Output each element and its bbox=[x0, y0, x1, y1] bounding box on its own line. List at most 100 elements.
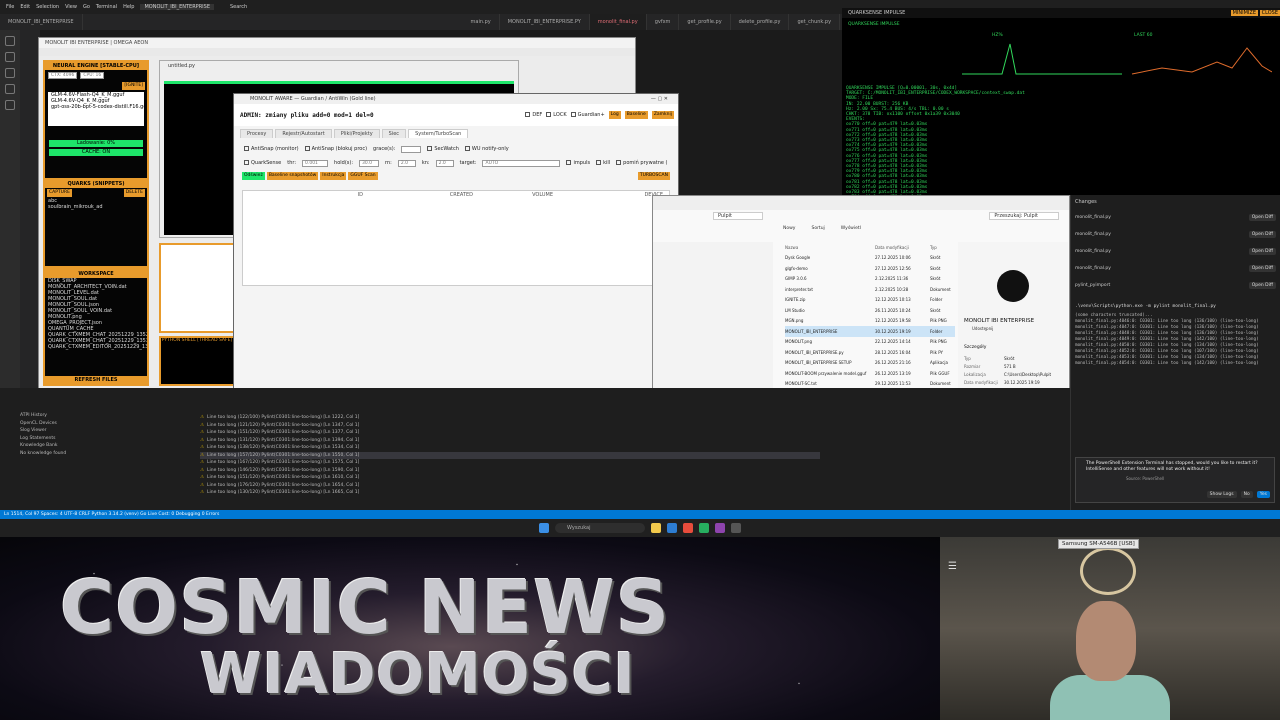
tab-rejestr[interactable]: Rejestr/Autostart bbox=[275, 129, 332, 138]
tab-siec[interactable]: Siec bbox=[381, 129, 407, 138]
menu-icon[interactable]: ☰ bbox=[948, 561, 957, 572]
open-diff-button[interactable]: Open Diff bbox=[1248, 214, 1276, 221]
col-device[interactable]: DEVICE bbox=[553, 191, 663, 199]
changed-file-row[interactable]: monolit_final.py Open Diff bbox=[1071, 243, 1280, 260]
file-row[interactable]: MONOLIT_IBI_ENTERPRISE SETUP 26.12.2025 2… bbox=[785, 358, 955, 369]
debug-icon[interactable] bbox=[5, 84, 15, 94]
col-created[interactable]: CREATED bbox=[363, 191, 473, 199]
open-diff-button[interactable]: Open Diff bbox=[1248, 282, 1276, 289]
taskbar-search[interactable]: Wyszukaj bbox=[555, 523, 645, 533]
location-bar[interactable]: Pulpit bbox=[713, 212, 764, 220]
problem-row[interactable]: ⚠ Line too long (130/120) Pylint(C0301:li… bbox=[200, 489, 820, 497]
edge-icon[interactable] bbox=[667, 523, 677, 533]
problem-row[interactable]: ⚠ Line too long (138/120) Pylint(C0301:li… bbox=[200, 444, 820, 452]
close-button[interactable]: Zamknij bbox=[651, 111, 674, 119]
antisnap-block-checkbox[interactable]: AntiSnap (blokuj proc) bbox=[304, 146, 367, 152]
turboscan-button[interactable]: TURBOSCAN bbox=[637, 172, 670, 180]
vscode-icon[interactable] bbox=[715, 523, 725, 533]
guardian-plus-toggle[interactable]: Guardian+ bbox=[570, 112, 605, 118]
pomin-checkbox[interactable]: pomiń prywatne ( bbox=[616, 160, 668, 166]
tab-delete-profile[interactable]: delete_profile.py bbox=[731, 14, 790, 30]
col-name[interactable]: Nazwa bbox=[785, 245, 875, 250]
refresh-files-button[interactable]: REFRESH FILES bbox=[45, 376, 147, 384]
col-id[interactable]: ID bbox=[243, 191, 363, 199]
gguf-scan-button[interactable]: GGUF Scan bbox=[348, 172, 378, 180]
log-button[interactable]: Log bbox=[608, 111, 621, 119]
problem-row[interactable]: ⚠ Line too long (122/100) Pylint(C0301:li… bbox=[200, 414, 820, 422]
col-volume[interactable]: VOLUME bbox=[473, 191, 553, 199]
problem-row[interactable]: ⚠ Line too long (131/120) Pylint(C0301:li… bbox=[200, 437, 820, 445]
sidebar-section[interactable]: ATPI History bbox=[20, 412, 150, 420]
file-row[interactable]: MONOLIT_IBI_ENTERPRISE.py 28.12.2025 16:0… bbox=[785, 347, 955, 358]
impuls-checkbox[interactable]: impuls bbox=[566, 160, 590, 166]
lock-toggle[interactable]: LOCK bbox=[546, 112, 567, 118]
quark-item[interactable]: soulbrain_mikrouk_ad bbox=[45, 204, 147, 210]
chrome-icon[interactable] bbox=[683, 523, 693, 533]
menu-help[interactable]: Help bbox=[123, 4, 134, 10]
menu-go[interactable]: Go bbox=[83, 4, 90, 10]
terminal-icon[interactable] bbox=[731, 523, 741, 533]
sidebar-section[interactable]: No knowledge found bbox=[20, 450, 150, 458]
refresh-button[interactable]: Odśwież bbox=[242, 172, 265, 180]
search-icon[interactable] bbox=[5, 52, 15, 62]
thr-input[interactable]: 0.001 bbox=[302, 159, 329, 167]
grace-input[interactable] bbox=[401, 145, 422, 153]
tab-gvfxm[interactable]: gvfxm bbox=[647, 14, 680, 30]
sidebar-section[interactable]: Slog Viewer bbox=[20, 427, 150, 435]
minimize-button[interactable]: MINIMIZE bbox=[1230, 10, 1259, 16]
baseline-snapshots-button[interactable]: Baseline snapshotów bbox=[266, 172, 319, 180]
menu-view[interactable]: View bbox=[65, 4, 77, 10]
instructions-button[interactable]: Instrukcja bbox=[320, 172, 347, 180]
sidebar-section[interactable]: Log Statements bbox=[20, 435, 150, 443]
problem-row[interactable]: ⚠ Line too long (176/120) Pylint(C0301:li… bbox=[200, 482, 820, 490]
kill-checkbox[interactable]: kill bbox=[596, 160, 610, 166]
close-terminal-button[interactable]: CLOSE bbox=[1259, 10, 1280, 16]
file-row[interactable]: glgfx-demo 27.12.2025 12:56 Skrót bbox=[785, 263, 955, 274]
tab-monolit-final[interactable]: monolit_final.py bbox=[589, 14, 647, 30]
problem-row[interactable]: ⚠ Line too long (146/120) Pylint(C0301:li… bbox=[200, 467, 820, 475]
cpu-field[interactable]: CPU: 16 bbox=[80, 72, 105, 79]
tab-pliki[interactable]: Pliki/Projekty bbox=[333, 129, 380, 138]
model-item[interactable]: gpt-oss-20b-bpt-5-codex-distill.F16.gguf bbox=[48, 104, 144, 110]
sort-button[interactable]: Sortuj bbox=[811, 226, 824, 236]
changed-file-row[interactable]: pylint_pyimport Open Diff bbox=[1071, 277, 1280, 294]
tab-get-chunk[interactable]: get_chunk.py bbox=[789, 14, 841, 30]
changed-file-row[interactable]: monolit_final.py Open Diff bbox=[1071, 226, 1280, 243]
baseline-button[interactable]: Baseline bbox=[624, 111, 648, 119]
col-type[interactable]: Typ bbox=[930, 245, 955, 250]
app-icon[interactable] bbox=[699, 523, 709, 533]
sidebar-section[interactable]: OpenCL Devices bbox=[20, 420, 150, 428]
file-row[interactable]: IGNITE.zip 12.12.2025 10:13 Folder bbox=[785, 295, 955, 306]
def-toggle[interactable]: DEF bbox=[525, 112, 542, 118]
menu-file[interactable]: File bbox=[6, 4, 14, 10]
sidebar-section[interactable]: Knowledge Bank bbox=[20, 442, 150, 450]
new-button[interactable]: Nowy bbox=[783, 226, 795, 236]
problem-row[interactable]: ⚠ Line too long (157/120) Pylint(C0301:li… bbox=[200, 451, 820, 459]
menu-selection[interactable]: Selection bbox=[36, 4, 59, 10]
folder-icon[interactable] bbox=[651, 523, 661, 533]
workspace-item[interactable]: QUARK_CTXMEM_EDITOR_20251229_13 bbox=[45, 344, 147, 350]
changed-file-row[interactable]: monolit_final.py Open Diff bbox=[1071, 209, 1280, 226]
command-search[interactable]: Search bbox=[230, 4, 247, 10]
extensions-icon[interactable] bbox=[5, 100, 15, 110]
tab-main[interactable]: main.py bbox=[463, 14, 500, 30]
workspace-title[interactable]: MONOLIT_IBI_ENTERPRISE bbox=[140, 4, 214, 10]
file-row[interactable]: MONOLIT.png 22.12.2025 14:14 Plik PNG bbox=[785, 337, 955, 348]
file-row[interactable]: GIMP 3.0.6 2.12.2025 11:36 Skrót bbox=[785, 274, 955, 285]
explorer-icon[interactable] bbox=[5, 36, 15, 46]
col-date[interactable]: Data modyfikacji bbox=[875, 245, 930, 250]
tab-procesy[interactable]: Procesy bbox=[240, 129, 274, 138]
delete-button[interactable]: DELETE bbox=[123, 189, 145, 197]
view-button[interactable]: Wyświetl bbox=[841, 226, 861, 236]
no-button[interactable]: No bbox=[1240, 491, 1253, 498]
tab-get-profile[interactable]: get_profile.py bbox=[679, 14, 731, 30]
problem-row[interactable]: ⚠ Line too long (167/120) Pylint(C0301:li… bbox=[200, 459, 820, 467]
problem-row[interactable]: ⚠ Line too long (151/120) Pylint(C0301:li… bbox=[200, 429, 820, 437]
explorer-search[interactable]: Przeszukaj: Pulpit bbox=[989, 212, 1059, 220]
file-row[interactable]: interpreter.txt 2.12.2025 10:28 Dokument bbox=[785, 284, 955, 295]
target-input[interactable]: AUTO bbox=[482, 159, 561, 167]
file-row[interactable]: MONOLIT_IBI_ENTERPRISE 30.12.2025 19:19 Fo… bbox=[785, 326, 955, 337]
hold-input[interactable]: 30.0 bbox=[359, 159, 380, 167]
file-row[interactable]: Dysk Google 27.12.2025 10:06 Skrót bbox=[785, 253, 955, 264]
show-logs-button[interactable]: Show Logs bbox=[1206, 491, 1237, 498]
